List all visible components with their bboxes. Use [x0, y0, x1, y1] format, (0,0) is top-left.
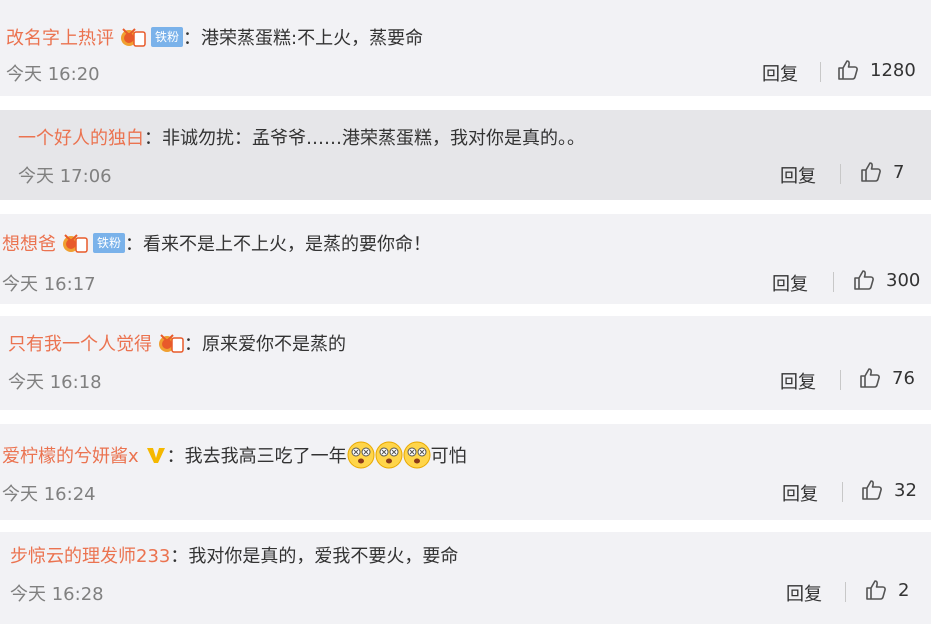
comment-time: 今天 16:20 [6, 64, 100, 85]
comment-card: 只有我一个人觉得 ： 原来爱你不是蒸的 今天 16:18 回复 76 [0, 316, 931, 410]
divider [845, 582, 846, 602]
comment-header: 只有我一个人觉得 ： 原来爱你不是蒸的 [8, 328, 346, 358]
fan-badge: 铁粉 [151, 27, 184, 47]
like-count: 300 [886, 269, 921, 291]
thumbs-up-icon [838, 60, 858, 80]
comment-text: 原来爱你不是蒸的 [202, 334, 346, 355]
comment-username[interactable]: 改名字上热评 [6, 24, 114, 50]
like-count: 2 [898, 579, 910, 601]
medal-icon [120, 26, 146, 48]
reply-button[interactable]: 回复 [762, 60, 798, 86]
comment-text: 我对你是真的，爱我不要火，要命 [188, 546, 459, 567]
comment-card: 一个好人的独白 ： 非诚勿扰：孟爷爷……港荣蒸蛋糕，我对你是真的。。 今天 17… [0, 110, 931, 200]
like-button[interactable]: 76 [858, 366, 915, 390]
comment-text: 看来不是上不上火，是蒸的要你命！ [143, 234, 432, 255]
like-count: 32 [894, 479, 917, 501]
divider [842, 482, 843, 502]
like-count: 7 [893, 161, 905, 183]
comment-time: 今天 16:18 [8, 372, 102, 393]
thumbs-up-icon [861, 162, 881, 182]
reply-button[interactable]: 回复 [782, 480, 818, 506]
thumbs-up-icon [862, 480, 882, 500]
reply-button[interactable]: 回复 [780, 162, 816, 188]
comment-text: 非诚勿扰：孟爷爷……港荣蒸蛋糕，我对你是真的。。 [162, 128, 585, 149]
comment-username[interactable]: 只有我一个人觉得 [8, 330, 152, 356]
colon: ： [125, 234, 144, 255]
comment-header: 想想爸 铁粉 ： 看来不是上不上火，是蒸的要你命！ [2, 228, 431, 258]
comment-header: 一个好人的独白 ： 非诚勿扰：孟爷爷……港荣蒸蛋糕，我对你是真的。。 [18, 122, 585, 152]
thumbs-up-icon [854, 270, 874, 290]
comment-username[interactable]: 步惊云的理发师233 [10, 542, 170, 568]
verified-v-icon [145, 444, 167, 466]
like-button[interactable]: 1280 [836, 58, 916, 82]
thumbs-up-icon [860, 368, 880, 388]
divider [833, 272, 834, 292]
dizzy-face-emoji [346, 440, 376, 470]
colon: ： [144, 128, 162, 149]
dizzy-face-emoji [374, 440, 404, 470]
comment-card: 步惊云的理发师233 ： 我对你是真的，爱我不要火，要命 今天 16:28 回复… [0, 532, 931, 624]
comment-card: 想想爸 铁粉 ： 看来不是上不上火，是蒸的要你命！ 今天 16:17 回复 30… [0, 214, 931, 304]
like-button[interactable]: 2 [864, 578, 909, 602]
comment-text-tail: 可怕 [430, 446, 467, 467]
dizzy-face-emoji [402, 440, 432, 470]
divider [840, 370, 841, 390]
thumbs-up-icon [866, 580, 886, 600]
medal-icon [158, 332, 184, 354]
comment-username[interactable]: 爱柠檬的兮妍酱x [2, 442, 139, 468]
comment-username[interactable]: 想想爸 [2, 230, 56, 256]
comment-card: 爱柠檬的兮妍酱x ： 我去我高三吃了一年 可怕 今天 16:24 回复 32 [0, 424, 931, 520]
comment-time: 今天 16:24 [2, 484, 96, 505]
comment-header: 爱柠檬的兮妍酱x ： 我去我高三吃了一年 可怕 [2, 440, 467, 470]
colon: ： [184, 334, 202, 355]
like-count: 76 [892, 367, 915, 389]
like-button[interactable]: 7 [859, 160, 904, 184]
divider [820, 62, 821, 82]
colon: ： [170, 546, 189, 567]
like-button[interactable]: 300 [852, 268, 920, 292]
comment-card: 改名字上热评 铁粉 ： 港荣蒸蛋糕:不上火，蒸要命 今天 16:20 回复 12… [0, 0, 931, 96]
comment-time: 今天 17:06 [18, 166, 112, 187]
comment-time: 今天 16:28 [10, 584, 104, 605]
divider [840, 164, 841, 184]
like-button[interactable]: 32 [860, 478, 917, 502]
colon: ： [166, 446, 185, 467]
colon: ： [183, 28, 202, 49]
comment-username[interactable]: 一个好人的独白 [18, 124, 144, 150]
comment-text: 港荣蒸蛋糕:不上火，蒸要命 [201, 28, 424, 49]
reply-button[interactable]: 回复 [786, 580, 822, 606]
comment-time: 今天 16:17 [2, 274, 96, 295]
medal-icon [62, 232, 88, 254]
comment-text: 我去我高三吃了一年 [184, 446, 347, 467]
reply-button[interactable]: 回复 [772, 270, 808, 296]
reply-button[interactable]: 回复 [780, 368, 816, 394]
comment-header: 步惊云的理发师233 ： 我对你是真的，爱我不要火，要命 [10, 540, 458, 570]
like-count: 1280 [870, 59, 916, 81]
fan-badge: 铁粉 [93, 233, 126, 253]
comment-header: 改名字上热评 铁粉 ： 港荣蒸蛋糕:不上火，蒸要命 [6, 22, 423, 52]
